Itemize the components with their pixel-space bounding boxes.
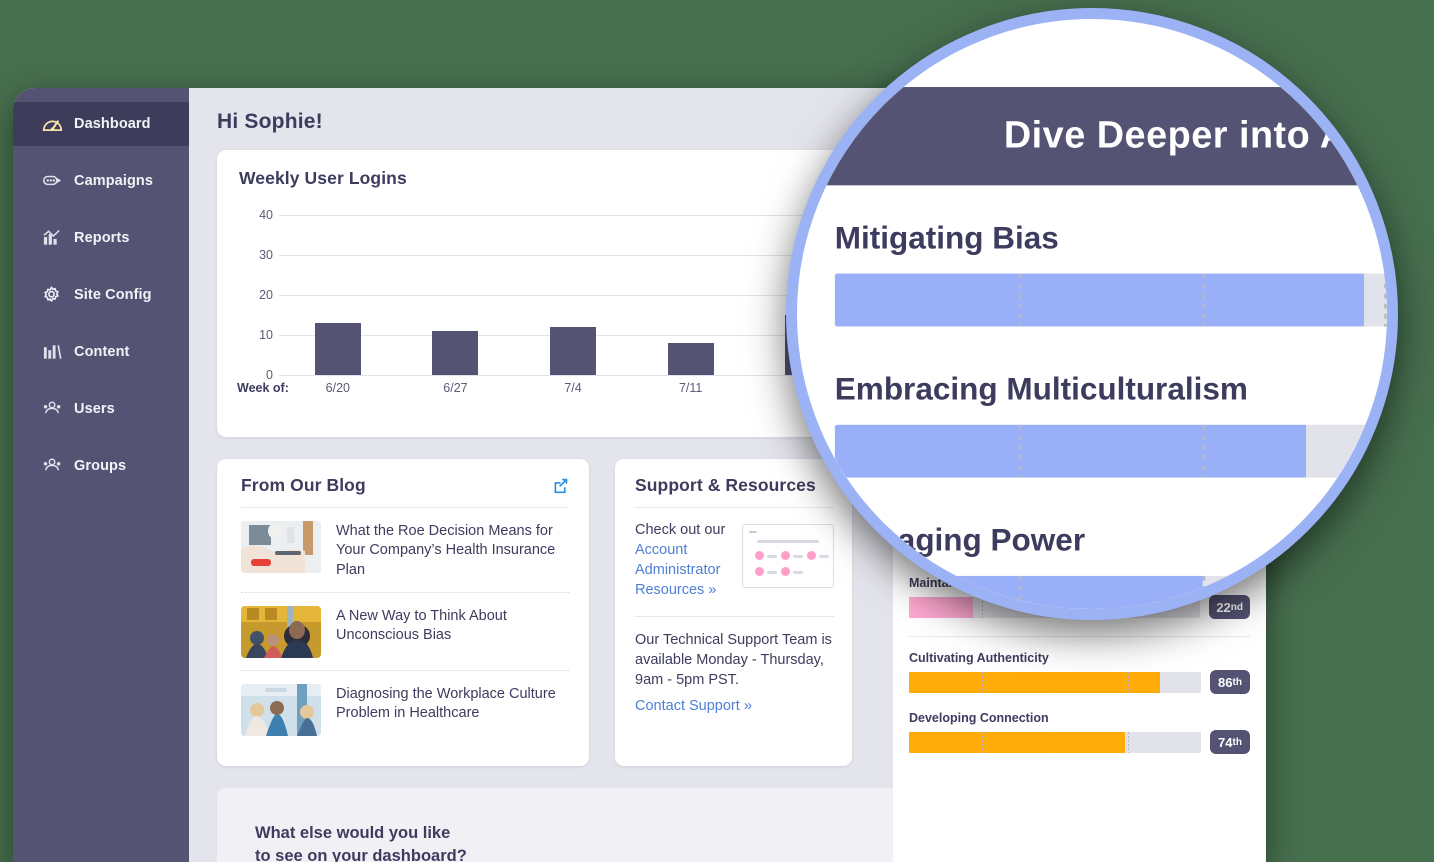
sidebar-item-users[interactable]: Users — [13, 387, 189, 431]
indicator-track — [834, 272, 1387, 326]
sidebar-item-label: Campaigns — [74, 173, 154, 189]
blog-item-title: Diagnosing the Workplace Culture Problem… — [336, 685, 556, 722]
blog-card: From Our Blog What the Roe Decision Mean… — [217, 459, 589, 766]
external-link-icon[interactable] — [552, 477, 569, 494]
indicator-fill — [909, 671, 1161, 693]
indicator-fill — [834, 272, 1364, 326]
sidebar-item-label: Groups — [74, 458, 127, 474]
indicator-fill — [909, 731, 1126, 753]
indicator-track — [834, 423, 1387, 477]
groups-icon — [42, 457, 63, 475]
learn-more-text[interactable]: … Learn more — [797, 19, 1387, 87]
chart-bar-slot — [514, 215, 632, 375]
columns-icon — [42, 343, 63, 361]
megaphone-icon — [42, 172, 63, 190]
promo-line-2: to see on your dashboard? — [255, 847, 467, 862]
indicator-track — [909, 731, 1201, 753]
sidebar-item-site-config[interactable]: Site Config — [13, 273, 189, 317]
indicator-row: Embracing Multiculturalism64th — [834, 371, 1387, 480]
blog-thumbnail — [241, 605, 321, 658]
sidebar-item-label: Site Config — [74, 287, 152, 303]
indicator-row: Mitigating Bias72nd — [834, 220, 1387, 329]
support-intro-text: Check out our — [635, 522, 726, 538]
chart-bar[interactable] — [432, 331, 479, 375]
chart-y-axis: 0 10 20 30 40 — [239, 208, 273, 382]
chart-x-tick: 7/4 — [564, 381, 582, 395]
chart-y-tick: 0 — [266, 368, 273, 382]
indicator-row: Developing Connection 74th — [909, 711, 1250, 754]
sidebar: Dashboard Campaigns Reports Site Config Cont… — [13, 88, 189, 862]
chart-bar[interactable] — [550, 327, 597, 375]
account-admin-resources-link[interactable]: Account Administrator Resources » — [635, 542, 720, 598]
promo-line-1: What else would you like — [255, 823, 451, 842]
blog-item[interactable]: Diagnosing the Workplace Culture Problem… — [241, 669, 569, 748]
indicator-fill — [834, 423, 1306, 477]
chart-x-tick: 6/27 — [443, 381, 468, 395]
support-card-title: Support & Resources — [635, 475, 816, 495]
blog-card-title: From Our Blog — [241, 475, 366, 495]
speedometer-icon — [42, 115, 63, 133]
indicator-row: Cultivating Authenticity 86th — [909, 651, 1250, 694]
magnifier-lens: … Learn moreDive Deeper into Analytics »… — [786, 8, 1398, 620]
bar-chart-icon — [42, 229, 63, 247]
chart-x-tick: 6/20 — [325, 381, 350, 395]
blog-thumbnail — [241, 683, 321, 736]
support-divider — [635, 616, 834, 617]
chart-bar-slot — [397, 215, 515, 375]
blog-item-title: A New Way to Think About Unconscious Bia… — [336, 607, 507, 644]
indicator-row: Managing Power50th — [834, 523, 1387, 609]
chart-x-tick: 7/11 — [678, 381, 703, 395]
dive-deeper-banner[interactable]: Dive Deeper into Analytics » — [797, 87, 1387, 186]
blog-card-header: From Our Blog — [241, 475, 569, 508]
indicator-name: Developing Connection — [909, 711, 1049, 725]
chart-y-tick: 20 — [259, 288, 273, 302]
sidebar-item-label: Users — [74, 401, 115, 417]
sidebar-item-content[interactable]: Content — [13, 330, 189, 374]
indicator-name: Managing Power — [834, 523, 1086, 559]
sidebar-item-reports[interactable]: Reports — [13, 216, 189, 260]
indicator-name: Mitigating Bias — [834, 220, 1059, 256]
sidebar-item-label: Dashboard — [74, 116, 151, 132]
screenshot-stage: Dashboard Campaigns Reports Site Config Cont… — [0, 0, 1434, 862]
chart-bar-slot — [632, 215, 750, 375]
indicator-track — [909, 671, 1201, 693]
chart-bar-slot — [279, 215, 397, 375]
indicator-name: Cultivating Authenticity — [909, 651, 1049, 665]
chart-y-tick: 10 — [259, 328, 273, 342]
users-icon — [42, 400, 63, 418]
blog-item-title: What the Roe Decision Means for Your Com… — [336, 523, 556, 578]
panel-divider — [909, 636, 1250, 637]
blog-thumbnail — [241, 521, 321, 573]
sidebar-item-label: Reports — [74, 230, 130, 246]
gear-icon — [42, 286, 63, 304]
percentile-badge: 74th — [1210, 730, 1250, 754]
blog-list: What the Roe Decision Means for Your Com… — [241, 508, 569, 748]
chart-y-tick: 30 — [259, 248, 273, 262]
analytics-panel-magnified: … Learn moreDive Deeper into Analytics »… — [797, 19, 1387, 609]
percentile-badge: 86th — [1210, 670, 1250, 694]
chart-bar[interactable] — [667, 343, 714, 375]
sidebar-item-dashboard[interactable]: Dashboard — [13, 102, 189, 146]
contact-support-link[interactable]: Contact Support » — [635, 696, 752, 716]
chart-bar[interactable] — [314, 323, 361, 375]
sidebar-item-groups[interactable]: Groups — [13, 444, 189, 488]
blog-item[interactable]: A New Way to Think About Unconscious Bia… — [241, 591, 569, 670]
indicator-name: Embracing Multiculturalism — [834, 371, 1248, 408]
blog-item[interactable]: What the Roe Decision Means for Your Com… — [241, 508, 569, 592]
chart-y-tick: 40 — [259, 208, 273, 222]
support-hours-text: Our Technical Support Team is available … — [635, 632, 832, 688]
sidebar-item-campaigns[interactable]: Campaigns — [13, 159, 189, 203]
sidebar-item-label: Content — [74, 344, 130, 360]
